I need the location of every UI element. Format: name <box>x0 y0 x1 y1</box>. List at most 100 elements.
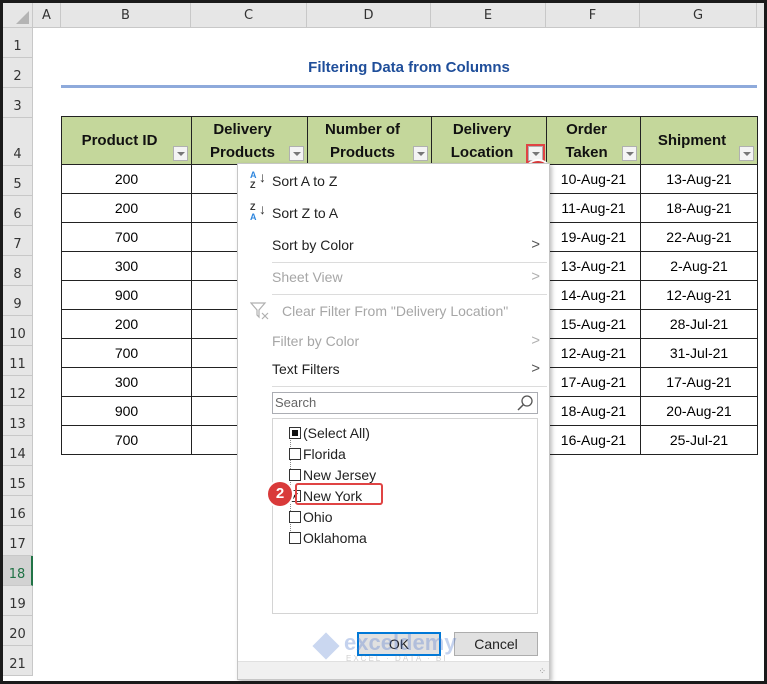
row-header-20[interactable]: 20 <box>3 616 33 646</box>
column-header-b[interactable]: B <box>61 3 191 28</box>
filter-item-new-jersey[interactable]: New Jersey <box>289 465 376 485</box>
filter-item-ohio[interactable]: Ohio <box>289 507 333 527</box>
ok-button[interactable]: OK <box>357 632 441 656</box>
cell-product-id[interactable]: 300 <box>61 251 192 281</box>
resize-grip-icon[interactable]: ⁘ <box>538 666 546 677</box>
column-header-d[interactable]: D <box>307 3 431 28</box>
cell-shipment[interactable]: 25-Jul-21 <box>640 425 758 455</box>
cell-shipment[interactable]: 28-Jul-21 <box>640 309 758 339</box>
menu-sort-z-to-a[interactable]: Z A ↓ Sort Z to A <box>238 200 549 226</box>
cell-product-id[interactable]: 900 <box>61 396 192 426</box>
header-order-taken: Order Taken <box>546 116 641 165</box>
filter-dropdown-order-taken[interactable] <box>622 146 637 161</box>
row-header-17[interactable]: 17 <box>3 526 33 556</box>
cell-shipment[interactable]: 22-Aug-21 <box>640 222 758 252</box>
filter-item-oklahoma[interactable]: Oklahoma <box>289 528 367 548</box>
cell-order-taken[interactable]: 13-Aug-21 <box>546 251 641 281</box>
cell-shipment[interactable]: 13-Aug-21 <box>640 164 758 194</box>
cell-shipment[interactable]: 2-Aug-21 <box>640 251 758 281</box>
row-header-16[interactable]: 16 <box>3 496 33 526</box>
row-header-10[interactable]: 10 <box>3 316 33 346</box>
column-header-f[interactable]: F <box>546 3 640 28</box>
filter-dropdown-delivery-products[interactable] <box>289 146 304 161</box>
exceldemy-logo-icon <box>312 632 340 660</box>
row-header-12[interactable]: 12 <box>3 376 33 406</box>
header-number-of-products: Number of Products <box>307 116 432 165</box>
cell-shipment[interactable]: 18-Aug-21 <box>640 193 758 223</box>
row-header-6[interactable]: 6 <box>3 196 33 226</box>
chevron-right-icon: > <box>531 268 540 285</box>
cell-order-taken[interactable]: 11-Aug-21 <box>546 193 641 223</box>
filter-dropdown-shipment[interactable] <box>739 146 754 161</box>
cell-order-taken[interactable]: 14-Aug-21 <box>546 280 641 310</box>
row-header-3[interactable]: 3 <box>3 88 33 118</box>
checkbox[interactable] <box>289 427 301 439</box>
menu-separator <box>272 262 547 263</box>
filter-item-select-all[interactable]: (Select All) <box>289 423 370 443</box>
checkbox[interactable] <box>289 532 301 544</box>
menu-resize-bar: ⁘ <box>238 661 549 679</box>
row-header-4[interactable]: 4 <box>3 118 33 166</box>
filter-dropdown-number-of-products[interactable] <box>413 146 428 161</box>
row-header-5[interactable]: 5 <box>3 166 33 196</box>
column-header-h[interactable] <box>757 3 764 28</box>
row-header-7[interactable]: 7 <box>3 226 33 256</box>
checkbox[interactable] <box>289 448 301 460</box>
menu-clear-filter: Clear Filter From "Delivery Location" <box>238 298 549 324</box>
menu-sort-a-to-z[interactable]: A Z ↓ Sort A to Z <box>238 168 549 194</box>
row-header-2[interactable]: 2 <box>3 58 33 88</box>
cell-shipment[interactable]: 31-Jul-21 <box>640 338 758 368</box>
filter-search-input[interactable]: Search <box>272 392 538 414</box>
filter-item-florida[interactable]: Florida <box>289 444 346 464</box>
clear-filter-icon <box>250 302 269 320</box>
cell-product-id[interactable]: 200 <box>61 164 192 194</box>
menu-text-filters[interactable]: Text Filters > <box>238 356 549 382</box>
cancel-button[interactable]: Cancel <box>454 632 538 656</box>
cell-product-id[interactable]: 700 <box>61 338 192 368</box>
row-header-18[interactable]: 18 <box>3 556 33 586</box>
cell-product-id[interactable]: 200 <box>61 309 192 339</box>
row-header-8[interactable]: 8 <box>3 256 33 286</box>
sheet-title: Filtering Data from Columns <box>308 59 510 76</box>
row-header-19[interactable]: 19 <box>3 586 33 616</box>
checkbox[interactable] <box>289 469 301 481</box>
filter-menu: A Z ↓ Sort A to Z Z A ↓ Sort Z to A Sort by … <box>237 163 550 680</box>
column-header-a[interactable]: A <box>33 3 61 28</box>
row-header-13[interactable]: 13 <box>3 406 33 436</box>
header-product-id: Product ID <box>61 116 192 165</box>
row-header-1[interactable]: 1 <box>3 28 33 58</box>
row-header-14[interactable]: 14 <box>3 436 33 466</box>
select-all-corner[interactable] <box>3 3 33 28</box>
cell-order-taken[interactable]: 16-Aug-21 <box>546 425 641 455</box>
column-header-c[interactable]: C <box>191 3 307 28</box>
row-header-9[interactable]: 9 <box>3 286 33 316</box>
cell-shipment[interactable]: 17-Aug-21 <box>640 367 758 397</box>
row-header-11[interactable]: 11 <box>3 346 33 376</box>
cell-product-id[interactable]: 900 <box>61 280 192 310</box>
cell-product-id[interactable]: 200 <box>61 193 192 223</box>
cell-shipment[interactable]: 12-Aug-21 <box>640 280 758 310</box>
filter-dropdown-product-id[interactable] <box>173 146 188 161</box>
new-york-highlight <box>295 483 383 505</box>
cell-product-id[interactable]: 300 <box>61 367 192 397</box>
cell-order-taken[interactable]: 19-Aug-21 <box>546 222 641 252</box>
row-header-21[interactable]: 21 <box>3 646 33 676</box>
menu-sort-by-color[interactable]: Sort by Color > <box>238 232 549 258</box>
cell-order-taken[interactable]: 12-Aug-21 <box>546 338 641 368</box>
column-header-e[interactable]: E <box>431 3 546 28</box>
chevron-right-icon: > <box>531 360 540 377</box>
header-shipment: Shipment <box>640 116 758 165</box>
checkbox[interactable] <box>289 511 301 523</box>
cell-order-taken[interactable]: 15-Aug-21 <box>546 309 641 339</box>
chevron-right-icon: > <box>531 236 540 253</box>
cell-shipment[interactable]: 20-Aug-21 <box>640 396 758 426</box>
cell-order-taken[interactable]: 10-Aug-21 <box>546 164 641 194</box>
title-underline <box>61 85 757 88</box>
cell-product-id[interactable]: 700 <box>61 222 192 252</box>
cell-order-taken[interactable]: 17-Aug-21 <box>546 367 641 397</box>
cell-order-taken[interactable]: 18-Aug-21 <box>546 396 641 426</box>
row-header-15[interactable]: 15 <box>3 466 33 496</box>
cell-product-id[interactable]: 700 <box>61 425 192 455</box>
filter-dropdown-delivery-location[interactable] <box>526 144 545 163</box>
column-header-g[interactable]: G <box>640 3 757 28</box>
